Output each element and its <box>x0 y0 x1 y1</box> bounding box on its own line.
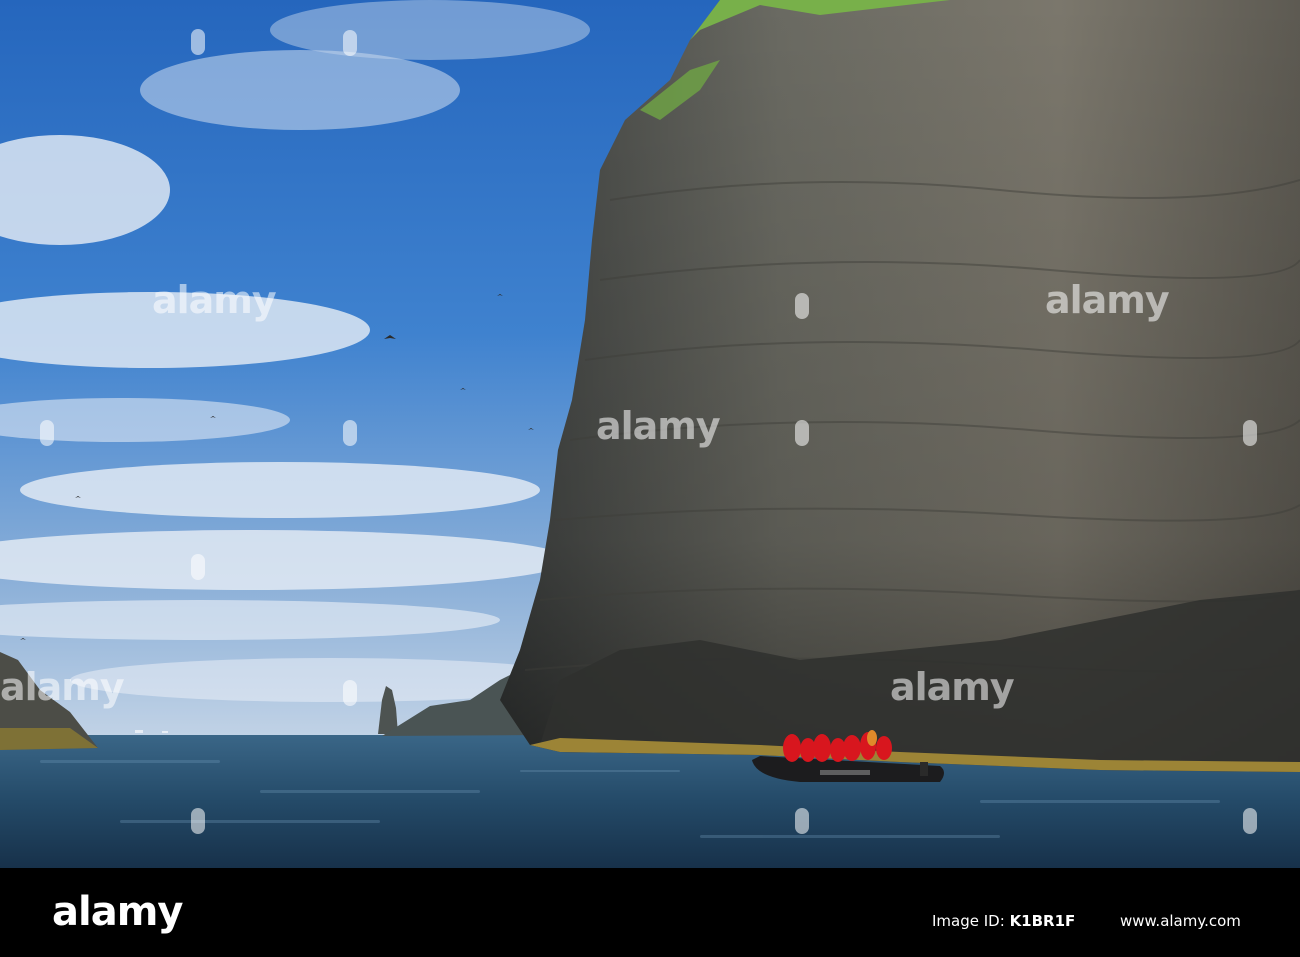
watermark-dot <box>795 420 809 446</box>
footer-banner <box>0 868 1300 957</box>
watermark-dot <box>795 808 809 834</box>
watermark-dot <box>343 420 357 446</box>
photo: alamy alamy alamy alamy alamy <box>0 0 1300 868</box>
image-id-value: K1BR1F <box>1009 912 1076 930</box>
watermark-dot <box>191 29 205 55</box>
watermark-dot <box>343 680 357 706</box>
watermark-dot <box>1243 420 1257 446</box>
watermark-dot <box>191 554 205 580</box>
watermark-text: alamy <box>1045 278 1170 322</box>
alamy-logo: alamy <box>52 889 183 935</box>
image-id-label: Image ID: <box>932 912 1005 930</box>
watermark-text: alamy <box>0 665 125 709</box>
watermark-dot <box>191 808 205 834</box>
watermark-dot <box>40 420 54 446</box>
watermark-dot <box>1243 808 1257 834</box>
logo-text: alamy <box>52 889 183 935</box>
watermark-text: alamy <box>890 665 1015 709</box>
image-id: Image ID: K1BR1F <box>932 912 1075 930</box>
watermark-dot <box>795 293 809 319</box>
watermark-text: alamy <box>596 404 721 448</box>
watermark-dot <box>343 30 357 56</box>
watermark-text: alamy <box>152 278 277 322</box>
website-url: www.alamy.com <box>1120 912 1241 930</box>
